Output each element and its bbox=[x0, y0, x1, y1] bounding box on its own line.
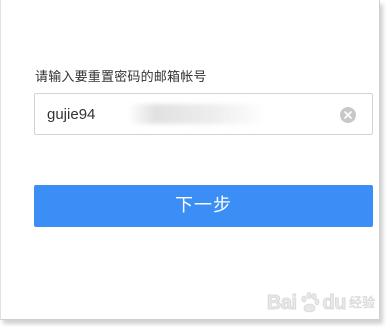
next-button[interactable]: 下一步 bbox=[34, 185, 373, 227]
email-field[interactable]: gujie94 bbox=[34, 93, 373, 135]
baidu-paw-icon bbox=[300, 292, 319, 313]
dialog-panel: 请输入要重置密码的邮箱帐号 gujie94 下一步 bbox=[0, 0, 380, 320]
watermark-sub: 经验 bbox=[348, 295, 376, 311]
email-prompt-label: 请输入要重置密码的邮箱帐号 bbox=[35, 70, 207, 85]
watermark-brand: Bai bbox=[266, 291, 297, 314]
email-blur-mask bbox=[127, 104, 267, 124]
close-icon bbox=[344, 111, 352, 119]
baidu-jingyan-watermark: Bai du 经验 bbox=[266, 289, 376, 317]
clear-input-icon[interactable] bbox=[340, 107, 356, 123]
email-value: gujie94 bbox=[47, 106, 96, 123]
watermark-brand-end: du bbox=[322, 291, 347, 314]
